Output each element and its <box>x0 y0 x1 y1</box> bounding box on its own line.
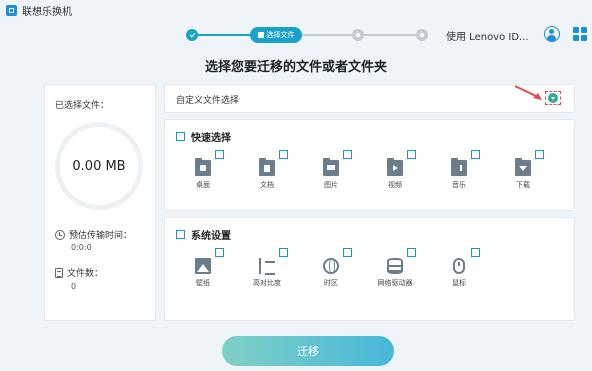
progress-stepper: 选择文件 <box>186 27 428 43</box>
count-row: 文件数： <box>55 266 103 279</box>
custom-selection-label: 自定义文件选择 <box>176 96 240 106</box>
music-checkbox[interactable] <box>471 150 480 159</box>
system-item-mouse[interactable]: 鼠标 <box>439 248 480 292</box>
network-drive-label: 网络驱动器 <box>377 279 413 287</box>
wallpaper-label: 壁纸 <box>196 279 210 287</box>
step-done-check-icon <box>186 29 198 41</box>
videos-label: 视频 <box>388 181 402 189</box>
network-drive-icon <box>387 258 403 274</box>
quick-item-documents[interactable]: 文档 <box>247 150 288 194</box>
step-dot-pending-last <box>416 29 428 41</box>
desktop-folder-icon <box>195 158 211 176</box>
videos-checkbox[interactable] <box>407 150 416 159</box>
quick-item-pictures[interactable]: 图片 <box>311 150 352 194</box>
pictures-checkbox[interactable] <box>343 150 352 159</box>
file-count-label: 文件数： <box>67 269 104 279</box>
quick-item-music[interactable]: 音乐 <box>439 150 480 194</box>
music-folder-icon <box>451 158 467 176</box>
lenovo-id-login[interactable]: 使用 Lenovo ID... <box>446 28 529 43</box>
current-step-label: 选择文件 <box>266 31 295 39</box>
apps-grid-icon[interactable] <box>573 27 587 41</box>
file-icon <box>257 32 264 38</box>
expand-dropdown-button[interactable] <box>545 91 561 105</box>
system-settings-title: 系统设置 <box>191 231 231 242</box>
selected-size-value: 0.00 MB <box>72 158 126 174</box>
current-step-pill: 选择文件 <box>250 27 302 43</box>
estimated-time-label: 预估传输时间： <box>69 231 133 241</box>
timezone-label: 时区 <box>324 279 338 287</box>
clock-icon <box>55 229 65 240</box>
quick-item-desktop[interactable]: 桌面 <box>183 150 224 194</box>
mouse-checkbox[interactable] <box>471 248 480 257</box>
contrast-checkbox[interactable] <box>279 248 288 257</box>
desktop-label: 桌面 <box>196 181 210 189</box>
system-item-timezone[interactable]: 时区 <box>311 248 352 292</box>
system-select-all-checkbox[interactable] <box>176 230 185 239</box>
system-item-wallpaper[interactable]: 壁纸 <box>183 248 224 292</box>
system-item-contrast[interactable]: 高对比度 <box>247 248 288 292</box>
chevron-down-icon <box>548 93 558 103</box>
app-logo-icon <box>6 4 17 16</box>
contrast-icon <box>259 258 275 275</box>
pictures-label: 图片 <box>324 181 338 189</box>
selected-files-label: 已选择文件： <box>55 101 110 111</box>
migrate-button[interactable]: 迁移 <box>222 336 394 366</box>
wallpaper-icon <box>195 258 211 274</box>
wallpaper-checkbox[interactable] <box>215 248 224 257</box>
size-ring: 0.00 MB <box>55 122 143 210</box>
document-icon <box>55 267 63 278</box>
globe-icon <box>323 258 339 274</box>
videos-folder-icon <box>387 158 403 176</box>
estimated-time-value: 0:0:0 <box>71 243 92 252</box>
quick-select-all-checkbox[interactable] <box>176 132 185 141</box>
system-item-network-drive[interactable]: 网络驱动器 <box>375 248 416 292</box>
system-settings-panel: 系统设置 壁纸 高对比度 时区 网络驱动器 鼠标 <box>164 217 575 321</box>
user-icon[interactable] <box>544 26 560 42</box>
downloads-label: 下载 <box>516 181 530 189</box>
desktop-checkbox[interactable] <box>215 150 224 159</box>
mouse-label: 鼠标 <box>452 279 466 287</box>
mouse-icon <box>453 258 465 274</box>
time-row: 预估传输时间： <box>55 228 132 241</box>
quick-item-downloads[interactable]: 下载 <box>503 150 544 194</box>
page-heading: 选择您要迁移的文件或者文件夹 <box>204 60 387 75</box>
documents-folder-icon <box>259 158 275 176</box>
contrast-label: 高对比度 <box>253 279 281 287</box>
file-count-value: 0 <box>71 282 77 291</box>
quick-select-title: 快速选择 <box>191 133 231 144</box>
window-title: 联想乐换机 <box>22 6 72 18</box>
quick-select-panel: 快速选择 桌面 文档 图片 视频 音乐 下载 <box>164 119 575 211</box>
timezone-checkbox[interactable] <box>343 248 352 257</box>
music-label: 音乐 <box>452 181 466 189</box>
step-dot-pending <box>352 29 364 41</box>
annotation-arrow-icon <box>514 85 542 100</box>
downloads-checkbox[interactable] <box>535 150 544 159</box>
title-bar: 联想乐换机 <box>0 0 592 20</box>
documents-checkbox[interactable] <box>279 150 288 159</box>
step-line-done <box>192 34 252 36</box>
downloads-folder-icon <box>515 158 531 176</box>
pictures-folder-icon <box>323 158 339 176</box>
quick-item-videos[interactable]: 视频 <box>375 150 416 194</box>
documents-label: 文档 <box>260 181 274 189</box>
selection-summary-panel: 已选择文件： 0.00 MB 预估传输时间： 0:0:0 文件数： 0 <box>44 84 156 321</box>
network-drive-checkbox[interactable] <box>407 248 416 257</box>
